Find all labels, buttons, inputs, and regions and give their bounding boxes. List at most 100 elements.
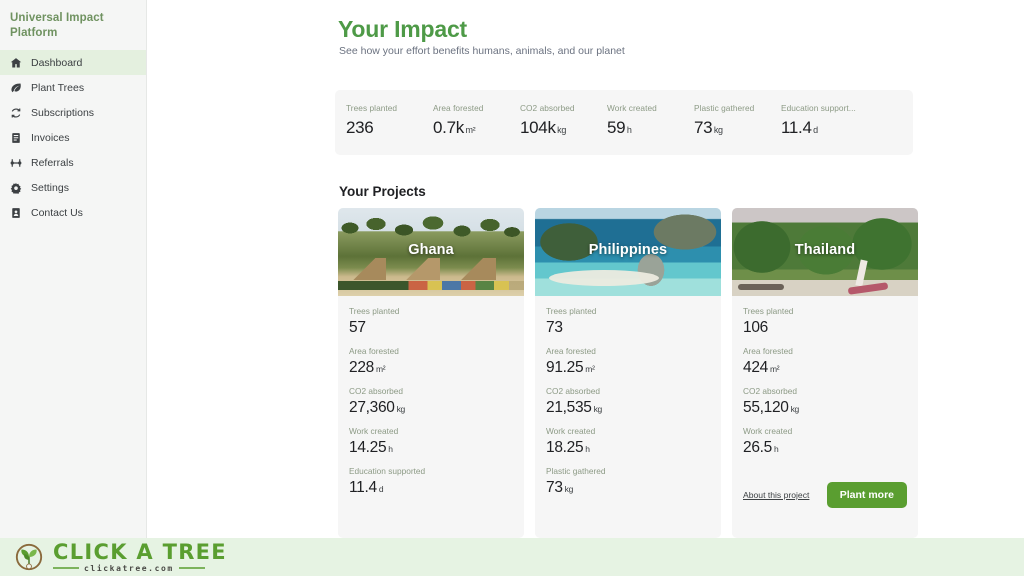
metric-value: 73 — [546, 319, 710, 337]
metric-unit: kg — [790, 404, 800, 414]
metric-label: CO2 absorbed — [743, 386, 797, 396]
metric-number: 55,120 — [743, 399, 789, 416]
metric-number: 26.5 — [743, 439, 772, 456]
sidebar-item-label: Dashboard — [31, 56, 83, 69]
stat-label: Education support... — [781, 103, 856, 113]
metric-unit: kg — [593, 404, 603, 414]
logo-domain: clickatree.com — [84, 563, 174, 573]
logo-rule-right — [178, 567, 205, 569]
metric-value: 73 kg — [546, 479, 710, 497]
sidebar-item-label: Referrals — [31, 156, 74, 169]
project-cards: Ghana Trees planted 57 Area forested 228 m² CO… — [338, 208, 918, 538]
metric-unit: m² — [585, 364, 595, 374]
project-metrics: Trees planted 73 Area forested 91.25 m² CO2 a… — [535, 296, 721, 497]
plant-more-button[interactable]: Plant more — [826, 482, 907, 508]
project-metric: Education supported 11.4 d — [349, 466, 513, 497]
metric-number: 18.25 — [546, 439, 584, 456]
metric-value: 11.4 d — [349, 479, 513, 497]
metric-label: Education supported — [349, 466, 426, 476]
stat-unit: m² — [465, 125, 476, 135]
metric-unit: h — [388, 444, 393, 454]
metric-value: 14.25 h — [349, 439, 513, 457]
stat-label: Plastic gathered — [694, 103, 755, 113]
leaf-icon — [10, 82, 22, 94]
metric-label: Area forested — [546, 346, 596, 356]
page-subtitle: See how your effort benefits humans, ani… — [339, 45, 625, 57]
stat-education-support: Education support... 11.4 d — [781, 103, 868, 138]
metric-number: 14.25 — [349, 439, 387, 456]
sidebar-item-contact-us[interactable]: Contact Us — [0, 200, 146, 225]
projects-heading: Your Projects — [339, 184, 426, 199]
project-metric: Trees planted 57 — [349, 306, 513, 337]
stat-unit: h — [626, 125, 632, 135]
sidebar-nav: Dashboard Plant Trees Subscriptions Invoice… — [0, 50, 146, 225]
project-metric: CO2 absorbed 55,120 kg — [743, 386, 907, 417]
project-card-philippines[interactable]: Philippines Trees planted 73 Area forested 9… — [535, 208, 721, 538]
logo-rule-left — [53, 567, 79, 569]
stat-label: Area forested — [433, 103, 484, 113]
project-metric: Work created 26.5 h — [743, 426, 907, 457]
metric-value: 26.5 h — [743, 439, 907, 457]
stat-value: 236 — [346, 118, 433, 138]
project-image: Thailand — [732, 208, 918, 296]
stat-unit: kg — [713, 125, 723, 135]
metric-number: 27,360 — [349, 399, 395, 416]
sidebar-item-settings[interactable]: Settings — [0, 175, 146, 200]
card-actions: About this project Plant more — [732, 482, 918, 508]
metric-value: 57 — [349, 319, 513, 337]
project-metric: Area forested 91.25 m² — [546, 346, 710, 377]
sidebar-item-invoices[interactable]: Invoices — [0, 125, 146, 150]
dashboard-page: Universal Impact Platform Dashboard Plant… — [0, 0, 1024, 576]
metric-label: Trees planted — [349, 306, 400, 316]
metric-value: 18.25 h — [546, 439, 710, 457]
metric-label: Work created — [743, 426, 793, 436]
metric-number: 91.25 — [546, 359, 584, 376]
metric-label: Plastic gathered — [546, 466, 606, 476]
sidebar-item-label: Contact Us — [31, 206, 83, 219]
contact-book-icon — [10, 207, 22, 219]
stat-co2-absorbed: CO2 absorbed 104k kg — [520, 103, 607, 138]
metric-value: 91.25 m² — [546, 359, 710, 377]
sidebar-item-referrals[interactable]: Referrals — [0, 150, 146, 175]
metric-number: 11.4 — [349, 479, 377, 496]
gear-icon — [10, 182, 22, 194]
stat-number: 0.7k — [433, 118, 464, 137]
project-metric: CO2 absorbed 21,535 kg — [546, 386, 710, 417]
project-metric: Work created 14.25 h — [349, 426, 513, 457]
metric-number: 424 — [743, 359, 768, 376]
project-metric: Trees planted 73 — [546, 306, 710, 337]
stat-value: 0.7k m² — [433, 118, 520, 138]
logo-wordmark: CLICK A TREE — [53, 539, 227, 564]
stat-label: CO2 absorbed — [520, 103, 575, 113]
stat-number: 236 — [346, 118, 374, 137]
about-this-project-link[interactable]: About this project — [743, 490, 809, 500]
metric-unit: h — [585, 444, 590, 454]
home-icon — [10, 57, 22, 69]
project-metrics: Trees planted 106 Area forested 424 m² CO2 ab… — [732, 296, 918, 457]
stat-number: 73 — [694, 118, 713, 137]
metric-number: 228 — [349, 359, 374, 376]
invoice-icon — [10, 132, 22, 144]
metric-label: Trees planted — [743, 306, 794, 316]
click-a-tree-logo-icon — [14, 542, 44, 572]
project-image: Philippines — [535, 208, 721, 296]
project-metric: CO2 absorbed 27,360 kg — [349, 386, 513, 417]
metric-label: CO2 absorbed — [349, 386, 403, 396]
click-a-tree-logo-text: CLICK A TREE clickatree.com — [53, 539, 227, 573]
metric-unit: d — [378, 484, 384, 494]
project-card-thailand[interactable]: Thailand Trees planted 106 Area forested 424… — [732, 208, 918, 538]
footer: CLICK A TREE clickatree.com — [0, 538, 1024, 576]
stat-value: 59 h — [607, 118, 694, 138]
project-card-ghana[interactable]: Ghana Trees planted 57 Area forested 228 m² CO… — [338, 208, 524, 538]
metric-number: 21,535 — [546, 399, 592, 416]
impact-stats-bar: Trees planted 236 Area forested 0.7k m² CO2 a… — [335, 90, 913, 155]
sidebar-item-label: Subscriptions — [31, 106, 95, 119]
metric-unit: m² — [375, 364, 386, 374]
sidebar-item-dashboard[interactable]: Dashboard — [0, 50, 146, 75]
stat-area-forested: Area forested 0.7k m² — [433, 103, 520, 138]
metric-value: 21,535 kg — [546, 399, 710, 417]
sidebar-item-plant-trees[interactable]: Plant Trees — [0, 75, 146, 100]
metric-label: Trees planted — [546, 306, 597, 316]
metric-number: 73 — [546, 319, 563, 336]
sidebar-item-subscriptions[interactable]: Subscriptions — [0, 100, 146, 125]
